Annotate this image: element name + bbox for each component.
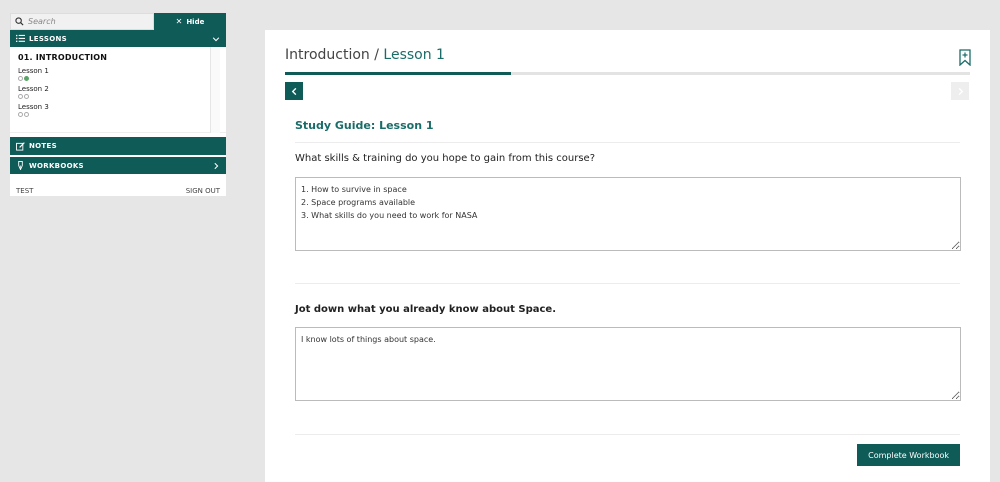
lessons-header-label: LESSONS [29, 34, 67, 43]
sidebar-footer: TEST SIGN OUT [10, 174, 226, 195]
main-panel: Introduction / Lesson 1 Study Guide: Les… [265, 30, 990, 482]
notes-header[interactable]: NOTES [10, 137, 226, 155]
lesson-item-3[interactable]: Lesson 3 [18, 103, 206, 117]
bookmark-add-icon[interactable] [959, 49, 971, 66]
progress-dot-incomplete [18, 76, 23, 81]
complete-workbook-button[interactable]: Complete Workbook [857, 444, 960, 466]
next-button[interactable] [951, 82, 969, 100]
lesson-item-1[interactable]: Lesson 1 [18, 67, 206, 81]
breadcrumb-separator: / [369, 47, 384, 63]
chevron-right-icon [212, 162, 220, 170]
lesson-name: Lesson 1 [18, 67, 49, 75]
search-input[interactable] [28, 17, 148, 26]
pen-icon [16, 161, 25, 170]
close-icon: ✕ [175, 17, 183, 26]
lesson-name: Lesson 3 [18, 103, 49, 111]
lessons-scrollbar[interactable] [210, 47, 220, 133]
sign-out-link[interactable]: SIGN OUT [186, 187, 220, 195]
chevron-right-icon [958, 87, 963, 95]
hide-sidebar-button[interactable]: ✕ Hide [154, 13, 226, 30]
divider [295, 142, 960, 143]
question-2: Jot down what you already know about Spa… [295, 304, 557, 315]
answer-1-textarea[interactable] [295, 177, 961, 251]
breadcrumb-section[interactable]: Introduction [285, 47, 370, 63]
lesson-progress-dots [18, 76, 206, 81]
breadcrumb: Introduction / Lesson 1 [285, 47, 445, 63]
edit-icon [16, 141, 25, 151]
divider [295, 283, 960, 284]
search-box[interactable] [10, 13, 154, 30]
search-icon [15, 17, 24, 26]
chevron-left-icon [291, 87, 296, 95]
workbooks-header-label: WORKBOOKS [29, 161, 84, 170]
answer-2-textarea[interactable] [295, 327, 961, 401]
lessons-header[interactable]: LESSONS [10, 30, 226, 47]
progress-dot-complete [24, 76, 29, 81]
lessons-panel: 01. INTRODUCTION Lesson 1 Lesson 2 Lesso… [10, 47, 226, 133]
search-row: ✕ Hide [10, 13, 226, 30]
sidebar: ✕ Hide LESSONS 01. INTRODUCTION Lesson 1… [10, 13, 226, 196]
lesson-progress-dots [18, 94, 206, 99]
lessons-list: 01. INTRODUCTION Lesson 1 Lesson 2 Lesso… [10, 47, 206, 117]
progress-dot-incomplete [24, 94, 29, 99]
lesson-progress-bar [285, 72, 970, 75]
lesson-progress-dots [18, 112, 206, 117]
lesson-progress-fill [285, 72, 512, 75]
workbooks-header[interactable]: WORKBOOKS [10, 157, 226, 174]
progress-dot-incomplete [24, 112, 29, 117]
notes-header-label: NOTES [29, 142, 57, 150]
chevron-down-icon [212, 35, 220, 43]
question-1: What skills & training do you hope to ga… [295, 153, 596, 164]
divider [295, 434, 960, 435]
breadcrumb-lesson: Lesson 1 [383, 47, 445, 63]
lesson-item-2[interactable]: Lesson 2 [18, 85, 206, 99]
progress-dot-incomplete [18, 112, 23, 117]
hide-label: Hide [186, 17, 205, 26]
list-icon [16, 34, 25, 43]
module-title: 01. INTRODUCTION [18, 53, 108, 62]
previous-button[interactable] [285, 82, 303, 100]
lesson-name: Lesson 2 [18, 85, 49, 93]
user-label[interactable]: TEST [16, 187, 33, 195]
progress-dot-incomplete [18, 94, 23, 99]
study-guide-title: Study Guide: Lesson 1 [295, 119, 434, 132]
